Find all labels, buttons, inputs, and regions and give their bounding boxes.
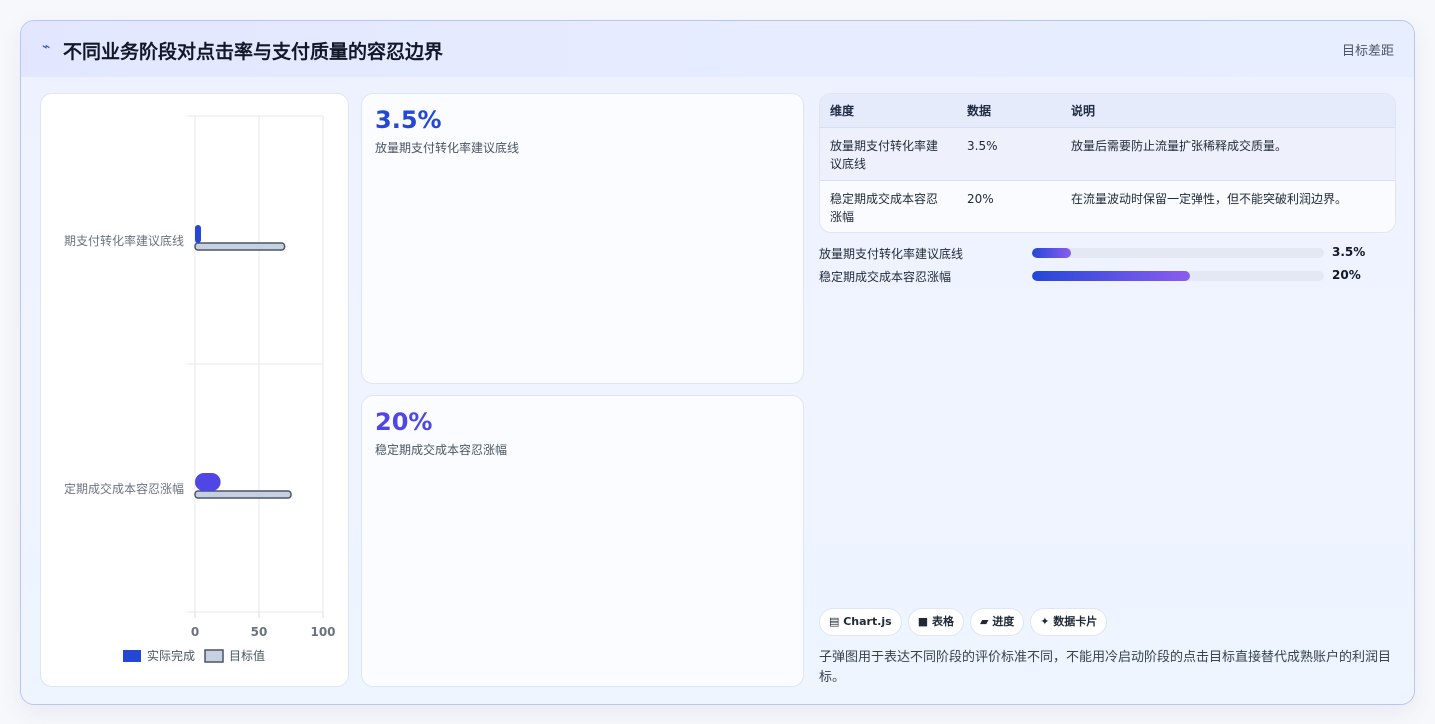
table-cell: 3.5% bbox=[967, 138, 998, 153]
table-cell: 稳定期成交成本容忍涨幅 bbox=[830, 191, 939, 224]
progress-fill bbox=[1032, 271, 1190, 281]
chip-data-card[interactable]: ✦ 数据卡片 bbox=[1030, 608, 1108, 636]
progress-value: 20% bbox=[1332, 268, 1361, 282]
bullet-chart-card: 0 50 100 期支付转化率建议底线 定期成交成本容忍涨幅实际完成 目标值 bbox=[40, 93, 349, 687]
table-header-cell: 数据 bbox=[967, 103, 992, 118]
target-bar bbox=[194, 242, 286, 251]
table-cell: 在流量波动时保留一定弹性，但不能突破利润边界。 bbox=[1071, 191, 1348, 206]
progress-track bbox=[1032, 248, 1324, 258]
kpi-card-conversion: 3.5% 放量期支付转化率建议底线 bbox=[361, 93, 804, 384]
table-cell: 放量后需要防止流量扩张稀释成交质量。 bbox=[1071, 138, 1288, 153]
target-bar bbox=[194, 490, 292, 499]
chart-line-icon: ⌁ bbox=[42, 39, 51, 55]
y-category-label: 期支付转化率建议底线 bbox=[64, 233, 184, 248]
progress-row: 放量期支付转化率建议底线 3.5% bbox=[819, 245, 1396, 261]
table-cell: 20% bbox=[967, 191, 994, 206]
legend-swatch-target bbox=[204, 649, 224, 663]
table-header-row: 维度 数据 说明 bbox=[820, 94, 1395, 127]
progress-label: 放量期支付转化率建议底线 bbox=[819, 247, 964, 261]
y-category-label: 定期成交成本容忍涨幅 bbox=[64, 481, 184, 496]
x-tick-label: 100 bbox=[310, 625, 335, 639]
bullet-chart: 0 50 100 期支付转化率建议底线定期成交成本容忍涨幅实际完成 目标值 bbox=[64, 115, 336, 663]
page-title: 不同业务阶段对点击率与支付质量的容忍边界 bbox=[63, 41, 444, 63]
table-cell: 放量期支付转化率建议底线 bbox=[830, 138, 939, 171]
chip-table[interactable]: ■ 表格 bbox=[907, 608, 964, 636]
table-row: 放量期支付转化率建议底线 3.5% 放量后需要防止流量扩张稀释成交质量。 bbox=[820, 127, 1395, 180]
progress-label: 稳定期成交成本容忍涨幅 bbox=[819, 270, 952, 284]
data-table-card: 维度 数据 说明 放量期支付转化率建议底线 3.5% 放量后需要防止流量扩张稀释… bbox=[819, 93, 1396, 233]
legend-swatch-actual bbox=[123, 650, 141, 662]
chip-chartjs[interactable]: ▤ Chart.js bbox=[819, 608, 902, 636]
kpi-label: 放量期支付转化率建议底线 bbox=[375, 141, 520, 155]
actual-bar bbox=[195, 473, 221, 491]
progress-track bbox=[1032, 271, 1324, 281]
kpi-card-cost: 20% 稳定期成交成本容忍涨幅 bbox=[361, 395, 804, 687]
chip-progress[interactable]: ▰ 进度 bbox=[969, 608, 1025, 636]
chart-note: 子弹图用于表达不同阶段的评价标准不同，不能用冷启动阶段的点击目标直接替代成熟账户… bbox=[819, 650, 1392, 685]
kpi-value: 20% bbox=[375, 408, 433, 436]
kpi-value: 3.5% bbox=[375, 106, 442, 134]
target-gap-label: 目标差距 bbox=[1341, 44, 1394, 59]
progress-row: 稳定期成交成本容忍涨幅 20% bbox=[819, 268, 1396, 284]
panel-header: ⌁ 不同业务阶段对点击率与支付质量的容忍边界 目标差距 bbox=[21, 21, 1414, 77]
kpi-label: 稳定期成交成本容忍涨幅 bbox=[375, 443, 508, 457]
table-header-cell: 说明 bbox=[1071, 103, 1096, 118]
legend-label-actual: 实际完成 bbox=[147, 648, 195, 663]
progress-fill bbox=[1032, 248, 1072, 258]
actual-bar bbox=[195, 225, 201, 243]
tech-chips: ▤ Chart.js ■ 表格 ▰ 进度 ✦ 数据卡片 bbox=[819, 608, 1113, 636]
progress-value: 3.5% bbox=[1332, 245, 1366, 259]
table-row: 稳定期成交成本容忍涨幅 20% 在流量波动时保留一定弹性，但不能突破利润边界。 bbox=[820, 180, 1395, 232]
x-tick-label: 50 bbox=[251, 625, 268, 639]
data-table: 维度 数据 说明 放量期支付转化率建议底线 3.5% 放量后需要防止流量扩张稀释… bbox=[820, 94, 1395, 232]
legend-label-target: 目标值 bbox=[229, 648, 265, 663]
dashboard-panel: ⌁ 不同业务阶段对点击率与支付质量的容忍边界 目标差距 0 50 100 期支付转化率… bbox=[20, 20, 1415, 705]
x-tick-label: 0 bbox=[191, 625, 199, 639]
table-header-cell: 维度 bbox=[830, 103, 855, 118]
